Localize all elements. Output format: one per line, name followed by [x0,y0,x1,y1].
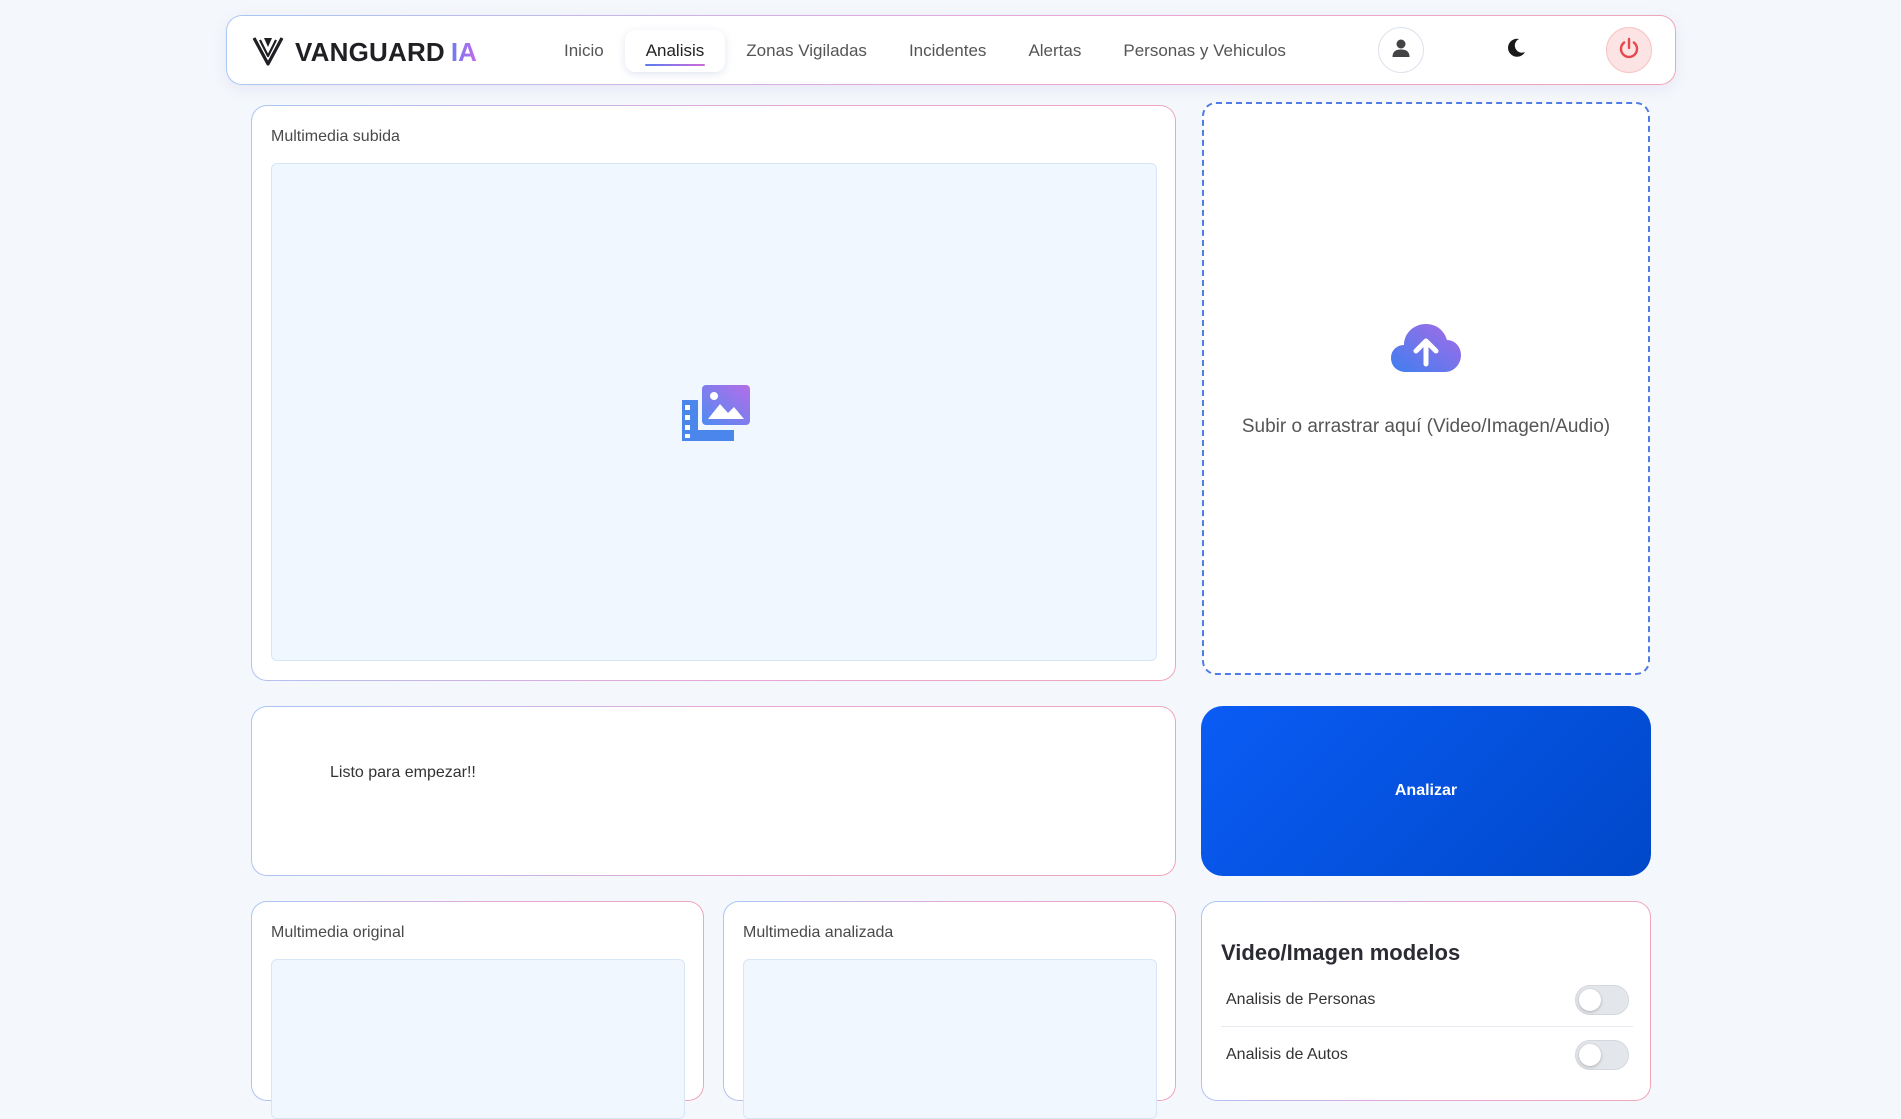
model-label-personas: Analisis de Personas [1226,990,1376,1008]
uploaded-media-title: Multimedia subida [271,128,400,145]
moon-icon [1505,37,1527,64]
analyzed-media-title: Multimedia analizada [743,924,894,941]
nav-links: Inicio Analisis Zonas Vigiladas Incident… [543,30,1307,72]
user-icon [1390,37,1412,64]
upload-instructions: Subir o arrastrar aquí (Video/Imagen/Aud… [1241,416,1611,437]
nav-item-alertas[interactable]: Alertas [1007,30,1102,72]
upload-dropzone[interactable]: Subir o arrastrar aquí (Video/Imagen/Aud… [1202,102,1650,675]
cloud-upload-icon [1390,322,1462,379]
theme-toggle-button[interactable] [1493,27,1539,73]
model-row-personas: Analisis de Personas [1221,973,1633,1027]
status-panel: Listo para empezar!! [251,706,1176,876]
analyzed-media-panel: Multimedia analizada [723,901,1176,1119]
nav-item-zonas-vigiladas[interactable]: Zonas Vigiladas [725,30,888,72]
nav-item-incidentes[interactable]: Incidentes [888,30,1008,72]
nav-item-personas-vehiculos[interactable]: Personas y Vehiculos [1102,30,1307,72]
logout-button[interactable] [1606,27,1652,73]
nav-item-inicio[interactable]: Inicio [543,30,625,72]
brand[interactable]: VANGUARD IA [251,33,477,72]
status-message: Listo para empezar!! [330,764,476,781]
toggle-autos[interactable] [1575,1040,1629,1070]
v-shield-icon [251,33,285,72]
power-icon [1617,36,1641,65]
original-media-title: Multimedia original [271,924,405,941]
brand-accent: IA [450,37,477,67]
brand-name: VANGUARD [295,37,445,67]
analyzed-media-preview [743,959,1157,1119]
model-label-autos: Analisis de Autos [1226,1046,1348,1063]
original-media-preview [271,959,685,1119]
uploaded-media-panel: Multimedia subida [251,105,1176,681]
models-title: Video/Imagen modelos [1221,940,1461,965]
models-panel: Video/Imagen modelos Analisis de Persona… [1201,901,1651,1101]
top-navbar: VANGUARD IA Inicio Analisis Zonas Vigilad… [226,15,1676,85]
analyze-button[interactable]: Analizar [1201,706,1651,876]
toggle-personas[interactable] [1575,984,1629,1015]
original-media-panel: Multimedia original [251,901,704,1119]
nav-item-analisis[interactable]: Analisis [624,30,726,72]
uploaded-media-preview [271,163,1157,661]
media-gallery-icon [680,384,752,449]
model-row-autos: Analisis de Autos [1221,1028,1633,1082]
user-button[interactable] [1378,27,1424,73]
